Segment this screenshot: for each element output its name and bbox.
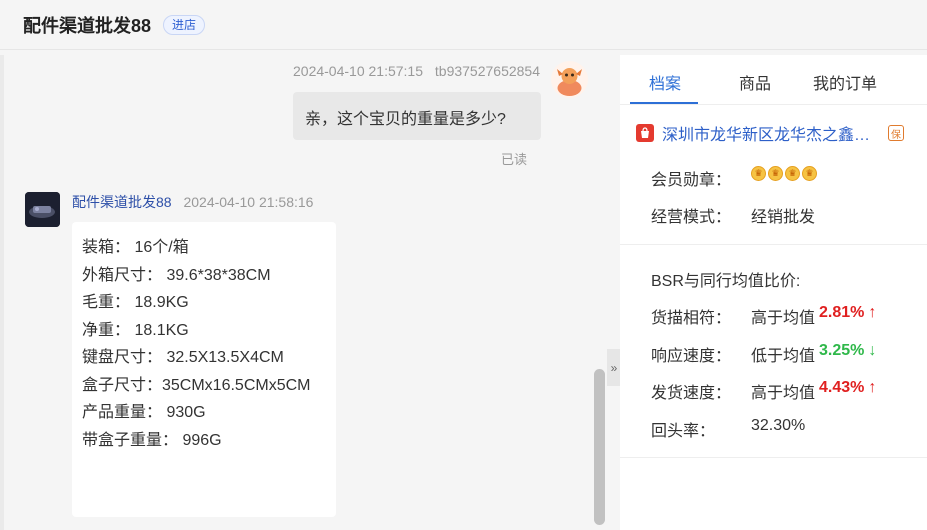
enter-shop-button[interactable]: 进店 [163,14,206,35]
spec-line-gross-weight: 毛重： 18.9KG [82,294,189,311]
tab-products[interactable]: 商品 [710,55,800,104]
medal-label: 会员勋章： [651,172,732,189]
shop-bag-icon [636,124,654,142]
outgoing-user: tb937527652854 [434,63,540,79]
arrow-down-icon: ↓ [868,342,877,359]
tab-profile[interactable]: 档案 [620,55,710,104]
metric-row-response: 响应速度： 低于均值 3.25% ↓ [651,342,876,366]
metric-value: 3.25% [819,342,865,359]
metric-compare: 低于均值 [751,348,816,365]
arrow-up-icon: ↑ [868,379,877,396]
spec-line-keyboard-size: 键盘尺寸： 32.5X13.5X4CM [82,349,284,366]
incoming-sender[interactable]: 配件渠道批发88 [72,194,172,210]
info-panel: 档案 商品 我的订单 深圳市龙华新区龙华杰之鑫贸易商行 保 会员勋章： ♛ ♛ … [620,55,927,530]
medal-row: 会员勋章： ♛ ♛ ♛ ♛ [651,166,817,190]
shop-title: 配件渠道批发88 [23,15,152,36]
crown-icon: ♛ [785,166,800,181]
metric-label: 响应速度： [651,348,732,365]
panel-tabs: 档案 商品 我的订单 [620,55,927,105]
metric-compare: 高于均值 [751,385,816,402]
spec-line-box: 装箱： 16个/箱 [82,239,189,256]
crown-icon: ♛ [768,166,783,181]
spec-line-carton-size: 外箱尺寸： 39.6*38*38CM [82,266,271,284]
mode-label: 经营模式： [651,209,732,226]
shop-header: 配件渠道批发88 进店 [0,0,927,50]
spec-line-box-size: 盒子尺寸：35CMx16.5CMx5CM [82,376,311,394]
mode-value: 经销批发 [751,209,816,226]
crown-icon: ♛ [751,166,766,181]
incoming-message[interactable]: 装箱： 16个/箱 外箱尺寸： 39.6*38*38CM 毛重： 18.9KG … [72,222,336,517]
medal-icons: ♛ ♛ ♛ ♛ [751,166,817,190]
spec-line-product-weight: 产品重量： 930G [82,404,206,421]
return-rate-label: 回头率： [651,423,716,440]
metric-compare: 高于均值 [751,310,816,327]
read-status: 已读 [501,152,528,167]
company-name-link[interactable]: 深圳市龙华新区龙华杰之鑫贸易商行 [662,121,884,145]
company-row: 深圳市龙华新区龙华杰之鑫贸易商行 保 [636,121,904,145]
outgoing-time: 2024-04-10 21:57:15 [293,63,423,79]
chat-area[interactable]: 2024-04-10 21:57:15 tb937527652854 亲，这个宝… [4,55,609,530]
outgoing-message[interactable]: 亲，这个宝贝的重量是多少? [293,92,541,140]
metric-row-shipping: 发货速度： 高于均值 4.43% ↑ [651,379,876,403]
tab-my-orders[interactable]: 我的订单 [800,55,890,104]
return-rate-value: 32.30% [751,417,806,434]
metric-value: 2.81% [819,304,865,321]
shop-avatar[interactable] [25,192,60,227]
guarantee-badge: 保 [888,125,904,141]
collapse-panel-button[interactable]: » [607,349,621,386]
outgoing-meta: 2024-04-10 21:57:15 tb937527652854 [293,63,540,79]
metric-label: 发货速度： [651,385,732,402]
user-avatar[interactable] [551,61,588,98]
mode-row: 经营模式： 经销批发 [651,203,815,227]
return-rate-row: 回头率： 32.30% [651,417,805,441]
spec-line-boxed-weight: 带盒子重量： 996G [82,431,222,449]
chat-scrollbar[interactable] [594,369,605,525]
metric-label: 货描相符： [651,310,732,327]
active-tab-indicator [630,102,698,104]
metric-value: 4.43% [819,379,865,396]
arrow-up-icon: ↑ [868,304,877,321]
metric-row-description: 货描相符： 高于均值 2.81% ↑ [651,304,876,328]
spec-line-net-weight: 净重： 18.1KG [82,321,189,339]
incoming-time: 2024-04-10 21:58:16 [183,194,314,210]
divider [620,244,927,245]
incoming-meta: 配件渠道批发88 2024-04-10 21:58:16 [72,192,313,212]
crown-icon: ♛ [802,166,817,181]
divider [620,457,927,458]
bsr-title: BSR与同行均值比价: [651,273,801,290]
